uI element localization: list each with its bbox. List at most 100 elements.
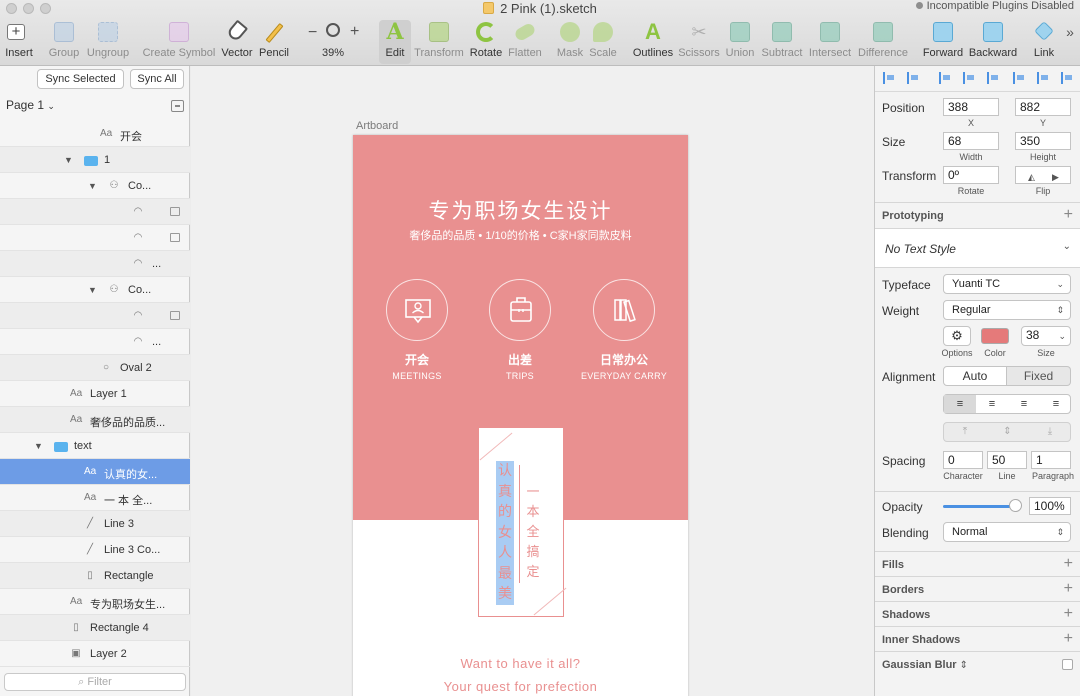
align-right-icon[interactable] <box>987 72 999 84</box>
vector-tool-button[interactable]: Vector <box>219 19 255 64</box>
layer-row[interactable]: Aa Layer 1 <box>0 381 190 407</box>
intersect-button[interactable]: Intersect <box>808 20 852 64</box>
prototyping-section[interactable]: Prototyping + <box>875 202 1080 227</box>
fills-section[interactable]: Fills + <box>875 551 1080 576</box>
hero-subtitle[interactable]: 奢侈品的品质 • 1/10的价格 • C家H家同款皮料 <box>353 227 688 243</box>
layer-row[interactable]: Aa 奢侈品的品质... <box>0 407 190 433</box>
align-text-justify-icon[interactable]: ≡ <box>1040 395 1072 413</box>
align-middle-icon[interactable] <box>1037 72 1049 84</box>
opacity-slider-handle[interactable] <box>1009 499 1022 512</box>
inner-shadows-section[interactable]: Inner Shadows + <box>875 626 1080 651</box>
layer-row[interactable]: Aa 认真的女... <box>0 459 190 485</box>
zoom-in-button[interactable]: + <box>350 23 359 41</box>
layer-row[interactable]: ◠... <box>0 251 190 277</box>
tagline-primary[interactable]: Want to have it all? <box>353 656 688 671</box>
layer-row[interactable]: Aa 一 本 全... <box>0 485 190 511</box>
disclosure-triangle-icon[interactable]: ▼ <box>34 441 43 451</box>
disclosure-triangle-icon[interactable]: ▼ <box>88 181 97 191</box>
position-y-field[interactable]: 882 <box>1015 98 1071 116</box>
add-fill-icon[interactable]: + <box>1064 555 1073 573</box>
link-button[interactable]: Link <box>1030 20 1058 64</box>
align-text-center-icon[interactable]: ≡ <box>976 395 1008 413</box>
blending-dropdown[interactable]: Normal ⇕ <box>943 522 1071 542</box>
typeface-dropdown[interactable]: Yuanti TC ⌄ <box>943 274 1071 294</box>
opacity-field[interactable]: 100% <box>1029 497 1071 515</box>
divider-line[interactable] <box>519 465 520 583</box>
layer-row[interactable]: ▼ ⚇ Co... <box>0 277 190 303</box>
height-field[interactable]: 350 <box>1015 132 1071 150</box>
layer-row[interactable]: ○ Oval 2 <box>0 355 190 381</box>
scale-button[interactable]: Scale <box>588 20 618 64</box>
rotate-field[interactable]: 0º <box>943 166 999 184</box>
text-color-swatch[interactable] <box>981 328 1009 344</box>
selected-vertical-text[interactable]: 认真的女人最美 <box>496 461 514 605</box>
subtract-button[interactable]: Subtract <box>760 20 804 64</box>
align-top-icon[interactable] <box>1013 72 1025 84</box>
align-left-edges-icon[interactable] <box>939 72 951 84</box>
layer-row[interactable]: ▼ ⚇ Co... <box>0 173 190 199</box>
sync-selected-button[interactable]: Sync Selected <box>37 69 124 89</box>
shadows-section[interactable]: Shadows + <box>875 601 1080 626</box>
align-bottom-icon[interactable] <box>1061 72 1073 84</box>
ungroup-button[interactable]: Ungroup <box>86 20 130 64</box>
artboard[interactable]: 专为职场女生设计 奢侈品的品质 • 1/10的价格 • C家H家同款皮料 开会 … <box>353 135 688 696</box>
layer-row[interactable]: ▯ Rectangle 4 <box>0 615 190 641</box>
plugin-status-badge[interactable]: Incompatible Plugins Disabled <box>915 0 1074 12</box>
backward-button[interactable]: Backward <box>968 20 1018 64</box>
borders-section[interactable]: Borders + <box>875 576 1080 601</box>
vertical-text-card[interactable] <box>478 427 567 617</box>
distribute-horizontal-icon[interactable] <box>907 72 919 84</box>
layer-row[interactable]: ◠... <box>0 329 190 355</box>
artboard-label[interactable]: Artboard <box>356 120 398 132</box>
align-middle-text-icon[interactable]: ⇕ <box>986 423 1029 441</box>
group-button[interactable]: Group <box>46 20 82 64</box>
hero-title[interactable]: 专为职场女生设计 <box>353 195 688 225</box>
gaussian-blur-checkbox[interactable] <box>1062 659 1073 670</box>
align-left-icon[interactable] <box>883 72 895 84</box>
create-symbol-button[interactable]: Create Symbol <box>142 20 216 64</box>
scissors-button[interactable]: ✂ Scissors <box>678 20 720 64</box>
layer-row[interactable]: ▼ 1 <box>0 147 190 173</box>
width-field[interactable]: 68 <box>943 132 999 150</box>
layer-row[interactable]: ◠ <box>0 225 190 251</box>
align-top-text-icon[interactable]: ⤒ <box>944 423 986 441</box>
flip-horizontal-icon[interactable]: ◭ <box>1028 169 1035 185</box>
canvas[interactable]: Artboard 专为职场女生设计 奢侈品的品质 • 1/10的价格 • C家H… <box>191 66 874 696</box>
opacity-slider-track[interactable] <box>943 505 1019 508</box>
pencil-tool-button[interactable]: Pencil <box>258 20 290 64</box>
layer-row[interactable]: ◠ <box>0 199 190 225</box>
flatten-button[interactable]: Flatten <box>506 20 544 64</box>
layer-row[interactable]: Aa 专为职场女生... <box>0 589 190 615</box>
insert-button[interactable]: + Insert <box>2 20 36 64</box>
align-bottom-text-icon[interactable]: ⤓ <box>1029 423 1071 441</box>
add-inner-shadow-icon[interactable]: + <box>1064 630 1073 648</box>
layer-row[interactable]: Aa 开会 <box>0 121 190 147</box>
position-x-field[interactable]: 388 <box>943 98 999 116</box>
align-text-left-icon[interactable]: ≡ <box>944 395 976 413</box>
auto-width-button[interactable]: Auto <box>943 366 1007 386</box>
layer-row[interactable]: ▣ Layer 2 <box>0 641 190 667</box>
rotate-button[interactable]: Rotate <box>468 20 504 64</box>
union-button[interactable]: Union <box>724 20 756 64</box>
fixed-width-button[interactable]: Fixed <box>1007 366 1071 386</box>
category-everyday-carry[interactable]: 日常办公 EVERYDAY CARRY <box>579 279 669 381</box>
disclosure-triangle-icon[interactable]: ▼ <box>88 285 97 295</box>
weight-dropdown[interactable]: Regular ⇕ <box>943 300 1071 320</box>
page-list-icon[interactable] <box>171 100 184 112</box>
tagline-secondary[interactable]: Your quest for prefection <box>353 679 688 694</box>
edit-button[interactable]: A Edit <box>379 20 411 64</box>
add-prototype-icon[interactable]: + <box>1064 206 1073 224</box>
gaussian-blur-section[interactable]: Gaussian Blur ⇕ <box>875 651 1080 676</box>
vertical-text[interactable]: 一本全搞定 <box>525 483 541 583</box>
text-style-selector[interactable]: No Text Style ⌄ <box>875 228 1080 268</box>
forward-button[interactable]: Forward <box>922 20 964 64</box>
add-shadow-icon[interactable]: + <box>1064 605 1073 623</box>
layer-row[interactable]: ▼ text <box>0 433 190 459</box>
layer-row[interactable]: ▯ Rectangle <box>0 563 190 589</box>
page-selector[interactable]: Page 1 ⌄ <box>6 98 55 112</box>
disclosure-triangle-icon[interactable]: ▼ <box>64 155 73 165</box>
category-meetings[interactable]: 开会 MEETINGS <box>372 279 462 381</box>
align-center-icon[interactable] <box>963 72 975 84</box>
text-options-button[interactable]: ⚙ <box>943 326 971 346</box>
layer-filter-input[interactable]: ⌕ Filter <box>4 673 186 691</box>
